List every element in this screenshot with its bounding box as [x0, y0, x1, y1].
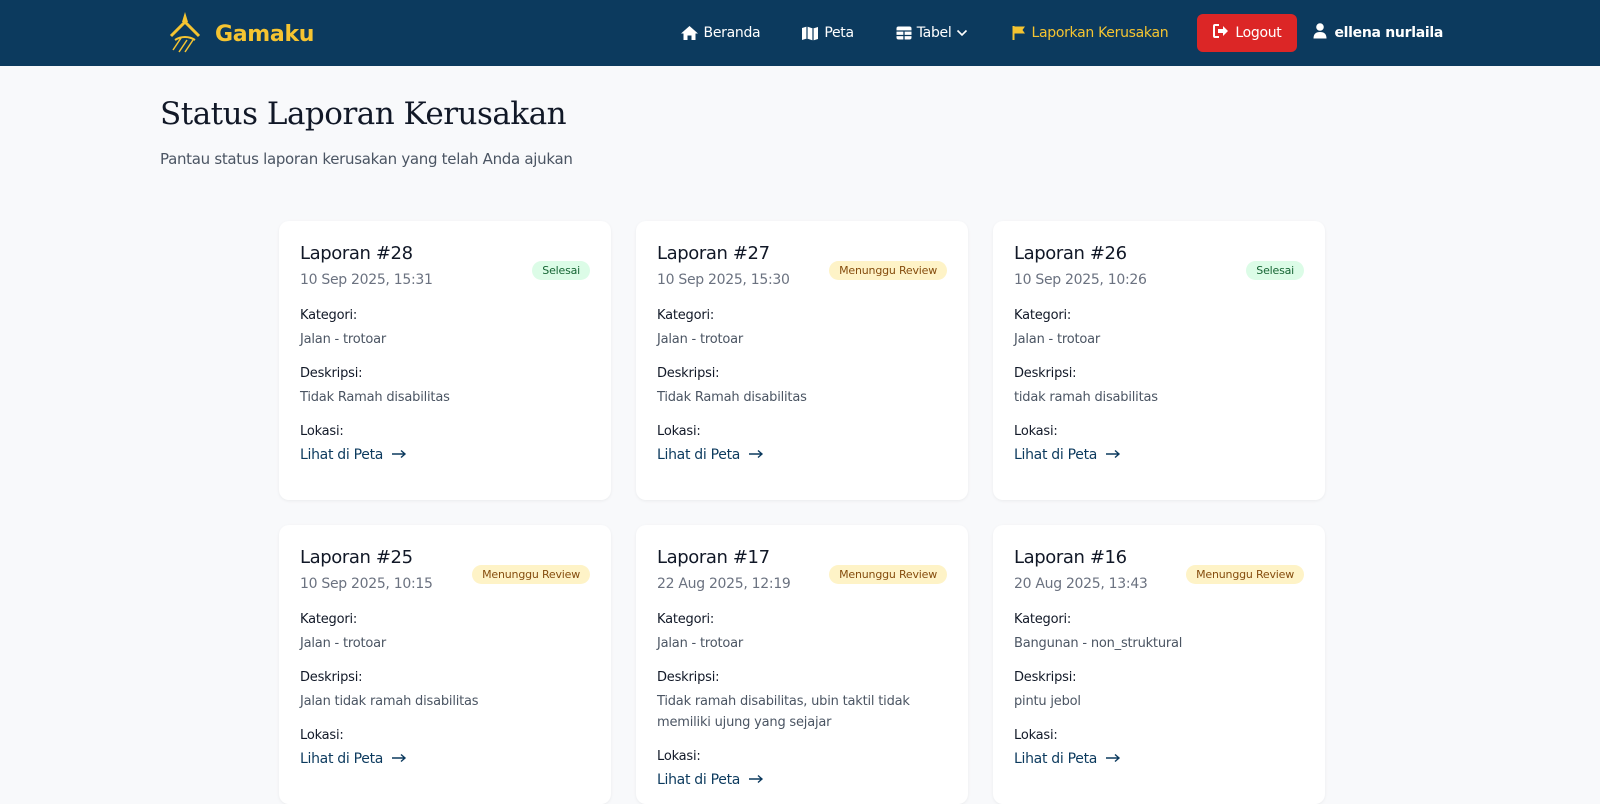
nav-table-dropdown[interactable]: Tabel [896, 25, 969, 41]
view-on-map-link[interactable]: Lihat di Peta [1014, 447, 1121, 463]
arrow-right-icon [748, 447, 764, 463]
category-label: Kategori: [1014, 308, 1072, 323]
category-value: Jalan - trotoar [300, 636, 387, 651]
location-label: Lokasi: [1014, 728, 1058, 743]
category-value: Jalan - trotoar [300, 332, 387, 347]
arrow-right-icon [1105, 751, 1121, 767]
arrow-right-icon [1105, 447, 1121, 463]
nav-map-label: Peta [824, 25, 854, 41]
page-title: Status Laporan Kerusakan [160, 96, 567, 132]
description-label: Deskripsi: [300, 366, 363, 381]
flag-icon [1012, 25, 1026, 41]
category-value: Jalan - trotoar [657, 332, 744, 347]
view-on-map-label: Lihat di Peta [657, 447, 741, 463]
map-icon [801, 26, 819, 41]
nav-report-damage[interactable]: Laporkan Kerusakan [1012, 25, 1169, 41]
chevron-down-icon [956, 29, 968, 37]
description-label: Deskripsi: [657, 366, 720, 381]
arrow-right-icon [391, 447, 407, 463]
report-grid: Laporan #28 10 Sep 2025, 15:31 Selesai K… [279, 221, 1325, 804]
home-icon [680, 25, 699, 41]
category-label: Kategori: [657, 612, 715, 627]
brand[interactable]: Gamaku [167, 10, 314, 58]
status-badge: Menunggu Review [472, 565, 590, 584]
logout-label: Logout [1235, 25, 1282, 41]
user-menu[interactable]: ellena nurlaila [1313, 23, 1443, 43]
logout-button[interactable]: Logout [1197, 14, 1298, 52]
brand-title: Gamaku [215, 21, 315, 47]
view-on-map-label: Lihat di Peta [1014, 751, 1098, 767]
description-value: pintu jebol [1014, 694, 1081, 709]
nav-map[interactable]: Peta [801, 25, 854, 41]
report-card: Laporan #28 10 Sep 2025, 15:31 Selesai K… [279, 221, 611, 500]
page-subtitle: Pantau status laporan kerusakan yang tel… [160, 150, 573, 168]
status-badge: Menunggu Review [829, 565, 947, 584]
view-on-map-label: Lihat di Peta [300, 447, 384, 463]
navbar: Gamaku Beranda Peta Tabel Laporkan Kerus… [0, 0, 1600, 66]
main-nav: Beranda Peta Tabel Laporkan Kerusakan Lo… [680, 0, 1600, 66]
view-on-map-label: Lihat di Peta [657, 772, 741, 788]
location-label: Lokasi: [657, 424, 701, 439]
report-card: Laporan #16 20 Aug 2025, 13:43 Menunggu … [993, 525, 1325, 804]
nav-report-damage-label: Laporkan Kerusakan [1031, 25, 1169, 41]
view-on-map-link[interactable]: Lihat di Peta [657, 772, 764, 788]
status-badge: Menunggu Review [1186, 565, 1304, 584]
location-label: Lokasi: [300, 424, 344, 439]
view-on-map-link[interactable]: Lihat di Peta [300, 751, 407, 767]
description-label: Deskripsi: [300, 670, 363, 685]
category-value: Jalan - trotoar [657, 636, 744, 651]
description-value: Tidak ramah disabilitas, ubin taktil tid… [657, 694, 910, 730]
description-label: Deskripsi: [1014, 670, 1077, 685]
description-label: Deskripsi: [1014, 366, 1077, 381]
report-card: Laporan #17 22 Aug 2025, 12:19 Menunggu … [636, 525, 968, 804]
view-on-map-label: Lihat di Peta [1014, 447, 1098, 463]
user-name: ellena nurlaila [1334, 25, 1443, 41]
location-label: Lokasi: [657, 749, 701, 764]
location-label: Lokasi: [300, 728, 344, 743]
category-value: Bangunan - non_struktural [1014, 636, 1183, 651]
category-value: Jalan - trotoar [1014, 332, 1101, 347]
nav-table-label: Tabel [916, 25, 952, 41]
report-card: Laporan #27 10 Sep 2025, 15:30 Menunggu … [636, 221, 968, 500]
logout-icon [1213, 24, 1229, 42]
description-value: tidak ramah disabilitas [1014, 390, 1158, 405]
view-on-map-label: Lihat di Peta [300, 751, 384, 767]
description-value: Jalan tidak ramah disabilitas [300, 694, 479, 709]
view-on-map-link[interactable]: Lihat di Peta [300, 447, 407, 463]
category-label: Kategori: [300, 612, 358, 627]
description-value: Tidak Ramah disabilitas [300, 390, 450, 405]
view-on-map-link[interactable]: Lihat di Peta [657, 447, 764, 463]
nav-home-label: Beranda [703, 25, 761, 41]
location-label: Lokasi: [1014, 424, 1058, 439]
nav-home[interactable]: Beranda [680, 25, 761, 41]
gamaku-logo-icon [167, 10, 203, 58]
report-card: Laporan #26 10 Sep 2025, 10:26 Selesai K… [993, 221, 1325, 500]
user-icon [1313, 23, 1327, 43]
status-badge: Selesai [1246, 261, 1304, 280]
category-label: Kategori: [300, 308, 358, 323]
status-badge: Selesai [532, 261, 590, 280]
description-value: Tidak Ramah disabilitas [657, 390, 807, 405]
arrow-right-icon [391, 751, 407, 767]
category-label: Kategori: [657, 308, 715, 323]
description-label: Deskripsi: [657, 670, 720, 685]
category-label: Kategori: [1014, 612, 1072, 627]
report-card: Laporan #25 10 Sep 2025, 10:15 Menunggu … [279, 525, 611, 804]
status-badge: Menunggu Review [829, 261, 947, 280]
view-on-map-link[interactable]: Lihat di Peta [1014, 751, 1121, 767]
table-icon [896, 26, 912, 40]
arrow-right-icon [748, 772, 764, 788]
